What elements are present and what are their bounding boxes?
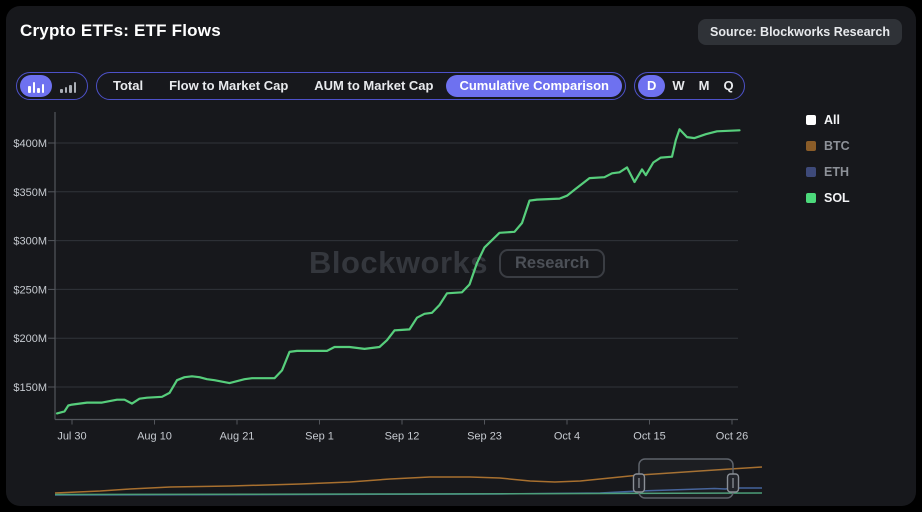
x-axis-label: Oct 15 [633,431,665,443]
y-axis-label: $300M [13,236,47,248]
y-axis-label: $200M [13,333,47,345]
x-axis-label: Aug 10 [137,431,172,443]
x-axis-label: Sep 1 [305,431,334,443]
series-line-sol [57,129,740,413]
x-axis-label: Oct 4 [554,431,580,443]
y-axis-label: $350M [13,187,47,199]
x-axis-label: Jul 30 [57,431,86,443]
navigator-brush[interactable] [639,459,733,498]
x-axis-label: Oct 26 [716,431,748,443]
x-axis-label: Aug 21 [220,431,255,443]
x-axis-label: Sep 12 [385,431,420,443]
y-axis-label: $150M [13,382,47,394]
chart-canvas: $400M $350M $300M $250M $200M $150M Jul 30 Aug … [0,0,922,512]
y-axis-label: $400M [13,138,47,150]
y-axis-label: $250M [13,284,47,296]
x-axis-label: Sep 23 [467,431,502,443]
